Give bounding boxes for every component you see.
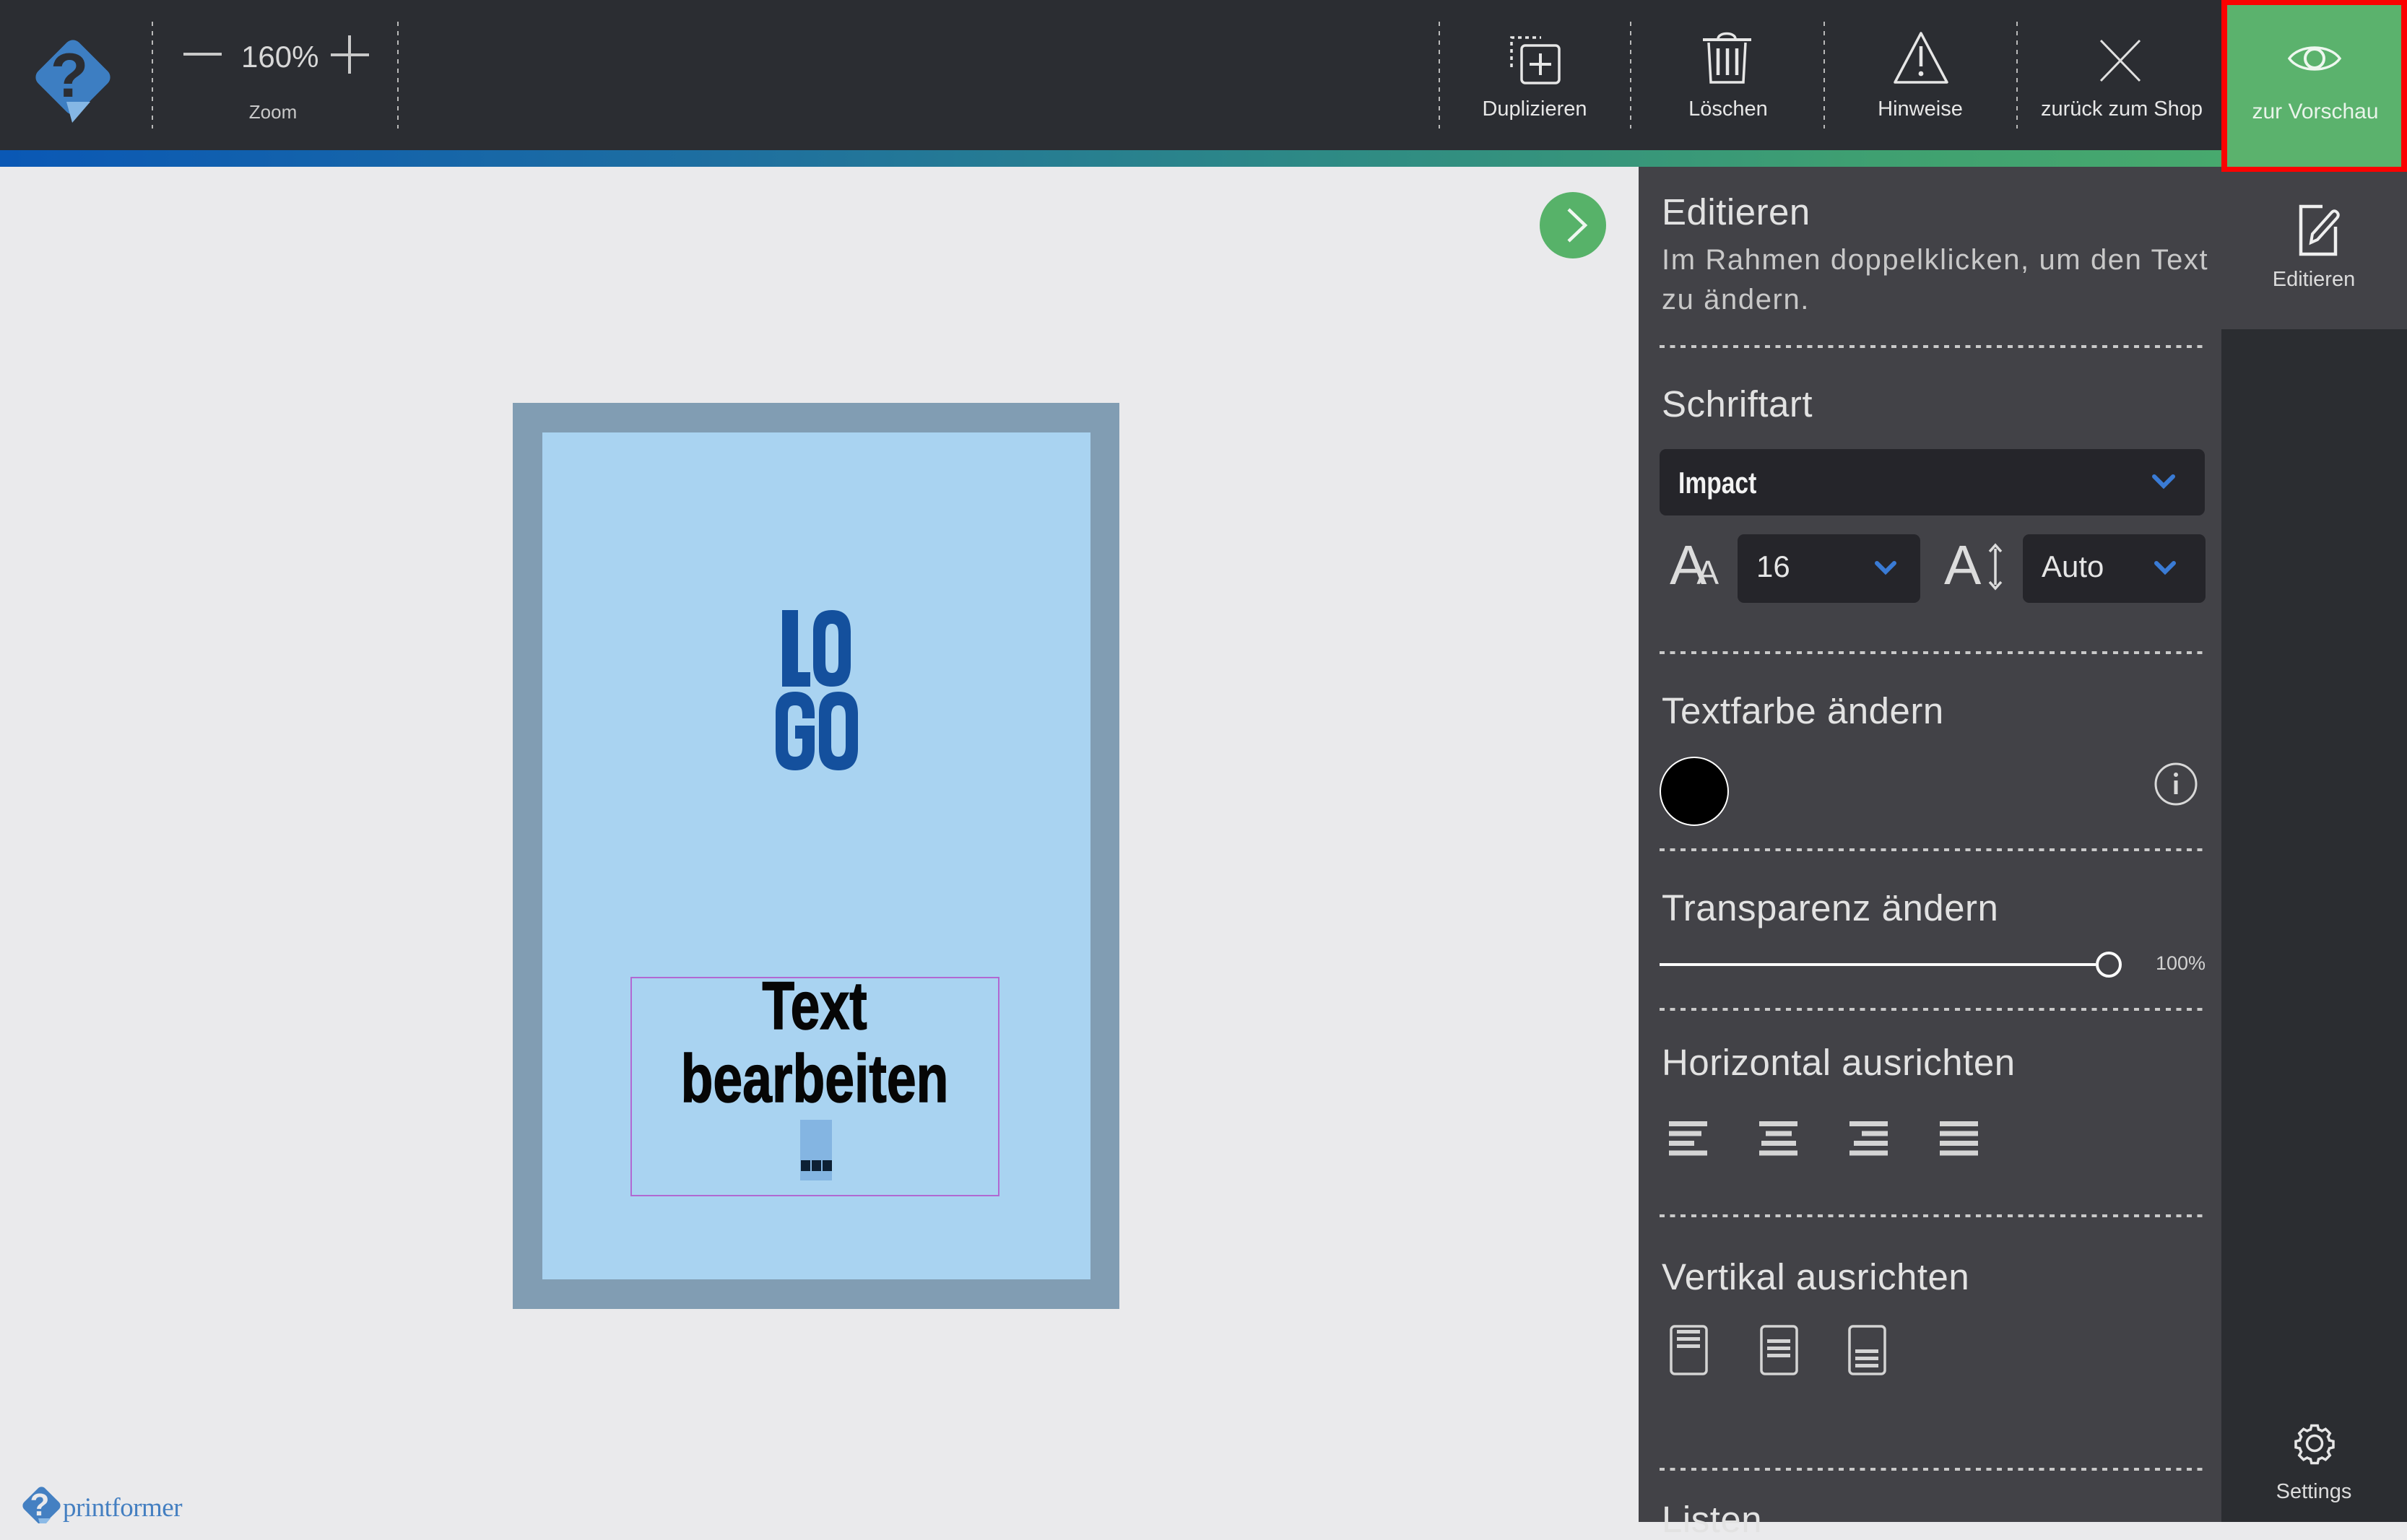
- svg-text:printformer: printformer: [63, 1493, 182, 1523]
- svg-text:?: ?: [30, 1487, 50, 1523]
- svg-text:?: ?: [51, 41, 89, 110]
